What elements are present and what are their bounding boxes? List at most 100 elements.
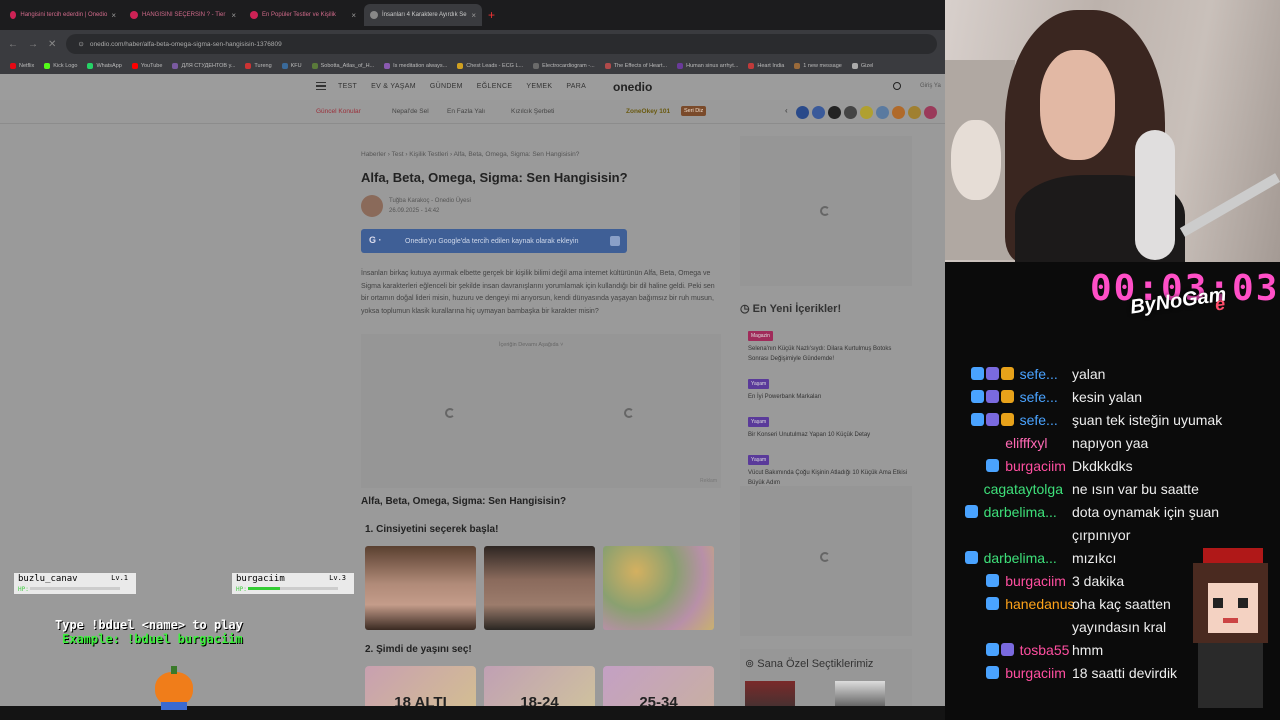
login-link[interactable]: Giriş Ya	[920, 83, 941, 89]
zoneokey-ad[interactable]: ZoneOkey 101	[626, 108, 670, 115]
player-level: Lv.1	[111, 574, 128, 582]
tab-1[interactable]: HANGISINI SEÇERSIN ? - Tier ×	[124, 4, 242, 26]
list-item-text[interactable]: Vücut Bakımında Çoğu Kişinin Atladığı 10…	[748, 468, 913, 488]
story-avatar-icon[interactable]	[828, 106, 841, 119]
story-avatar-icon[interactable]	[844, 106, 857, 119]
nav-eglence[interactable]: EĞLENCE	[477, 83, 513, 90]
article-intro: İnsanları birkaç kutuya ayırmak elbette …	[361, 270, 715, 315]
ad-continue-label: İçeriğin Devamı Aşağıda ˅	[499, 342, 564, 348]
bookmark-item[interactable]: Electrocardiogram -...	[533, 63, 595, 69]
chat-username[interactable]: burgaciim	[1005, 665, 1066, 681]
list-item[interactable]: Yaşam Bir Konseri Unutulmaz Yapan 10 Küçü…	[748, 410, 913, 440]
chat-message: sefe... kesin yalan	[960, 386, 1280, 409]
bookmark-item[interactable]: 1 new message	[794, 63, 842, 69]
list-item[interactable]: Yaşam En İyi Powerbank Markaları	[748, 372, 913, 402]
avatar[interactable]	[361, 195, 383, 217]
url-bar[interactable]: ⊙ onedio.com/haber/alfa-beta-omega-sigma-…	[66, 34, 937, 54]
nav-yemek[interactable]: YEMEK	[526, 83, 552, 90]
bookmark-item[interactable]: The Effects of Heart...	[604, 63, 667, 69]
bookmark-item[interactable]: Human sinus arrhyt...	[677, 63, 738, 69]
category-badge[interactable]: Magazin	[748, 331, 773, 341]
bookmark-item[interactable]: Is meditation always...	[384, 63, 447, 69]
new-tab-icon[interactable]: +	[488, 8, 495, 22]
bookmark-item[interactable]: ДЛЯ СТУДЕНТОВ у...	[172, 63, 235, 69]
category-badge[interactable]: Yaşam	[748, 417, 770, 427]
chat-username[interactable]: elifffxyl	[1005, 435, 1047, 451]
close-icon[interactable]: ×	[111, 11, 116, 20]
list-item[interactable]: Magazin Selena'nın Küçük Nazlı'sıydı: Dil…	[748, 324, 913, 364]
option-other[interactable]	[603, 546, 714, 630]
topic-link[interactable]: Kızılcık Şerbeti	[511, 108, 554, 115]
tab-0[interactable]: Hangisini tercih ederdin | Onedio ×	[4, 4, 122, 26]
chat-username[interactable]: darbelima...	[984, 504, 1057, 520]
prev-arrow-icon[interactable]: ‹	[785, 106, 793, 119]
option-female[interactable]	[365, 546, 476, 630]
tab-2[interactable]: En Popüler Testler ve Kişilik ×	[244, 4, 362, 26]
chat-username[interactable]: darbelima...	[984, 550, 1057, 566]
hamburger-menu-icon[interactable]	[316, 82, 326, 90]
search-icon[interactable]	[893, 82, 901, 90]
bookmark-item[interactable]: Gizel	[851, 63, 873, 69]
site-info-icon[interactable]: ⊙	[78, 40, 83, 48]
story-avatar-icon[interactable]	[908, 106, 921, 119]
publish-date: 26.09.2025 - 14:42	[389, 208, 440, 214]
chat-username[interactable]: cagataytolga	[984, 481, 1063, 497]
list-item-text[interactable]: En İyi Powerbank Markaları	[748, 392, 913, 402]
close-icon[interactable]: ×	[351, 11, 356, 20]
badge-icon	[986, 574, 1000, 587]
chat-username[interactable]: sefe...	[1020, 366, 1058, 382]
story-avatar-icon[interactable]	[860, 106, 873, 119]
stop-icon[interactable]: ✕	[48, 39, 56, 50]
bookmark-label: Heart India	[757, 63, 785, 69]
story-avatar-icon[interactable]	[892, 106, 905, 119]
chat-message: cagataytolga ne ısın var bu saatte	[960, 478, 1280, 501]
tab-favicon-icon	[130, 11, 138, 19]
topic-link[interactable]: Nepal'de Sel	[392, 108, 429, 115]
bookmark-favicon-icon	[794, 63, 801, 69]
bookmark-item[interactable]: Heart India	[748, 63, 784, 69]
chat-username[interactable]: hanedanus	[1005, 596, 1074, 612]
nav-ev-yasam[interactable]: EV & YAŞAM	[371, 83, 416, 90]
bookmark-item[interactable]: Tureng	[245, 63, 272, 69]
bookmark-item[interactable]: Chest Leads - ECG L...	[457, 63, 523, 69]
story-avatar-icon[interactable]	[924, 106, 937, 119]
chat-username[interactable]: tosba55	[1020, 642, 1070, 658]
chat-username[interactable]: burgaciim	[1005, 573, 1066, 589]
tab-3[interactable]: İnsanları 4 Karaktere Ayırdık Se ×	[364, 4, 482, 26]
category-badge[interactable]: Yaşam	[748, 379, 770, 389]
bookmark-item[interactable]: Sobotta_Atlas_of_H...	[311, 63, 374, 69]
story-avatar-icon[interactable]	[876, 106, 889, 119]
site-logo[interactable]: onedio	[613, 80, 652, 94]
story-avatar-icon[interactable]	[796, 106, 809, 119]
option-male[interactable]	[484, 546, 595, 630]
new-content-heading: ◷ En Yeni İçerikler!	[740, 302, 841, 315]
nav-para[interactable]: PARA	[566, 83, 586, 90]
list-item-text[interactable]: Selena'nın Küçük Nazlı'sıydı: Dilara Kur…	[748, 344, 913, 364]
breadcrumb[interactable]: Haberler › Test › Kişilik Testleri › Alf…	[361, 151, 579, 158]
bookmark-item[interactable]: KFU	[281, 63, 302, 69]
author-name[interactable]: Tuğba Karakoç - Onedio Üyesi	[389, 196, 471, 206]
nav-gundem[interactable]: GÜNDEM	[430, 83, 463, 90]
bookmark-item[interactable]: WhatsApp	[87, 63, 122, 69]
bookmark-item[interactable]: Netflix	[10, 63, 34, 69]
forward-icon[interactable]: →	[28, 39, 38, 50]
chat-username[interactable]: sefe...	[1020, 389, 1058, 405]
close-icon[interactable]: ×	[231, 11, 236, 20]
topic-link[interactable]: En Fazla Yalı	[447, 108, 485, 115]
bookmark-item[interactable]: Kick Logo	[44, 63, 77, 69]
teddy-bear	[951, 120, 1001, 200]
back-icon[interactable]: ←	[8, 39, 18, 50]
close-icon[interactable]: ×	[471, 11, 476, 20]
chat-username[interactable]: burgaciim	[1005, 458, 1066, 474]
quiz-title: Alfa, Beta, Omega, Sigma: Sen Hangisisin…	[361, 496, 567, 507]
seri-diz-button[interactable]: Seri Diz	[681, 106, 707, 116]
chat-text: dota oynamak için şuan	[1072, 504, 1220, 520]
google-preferred-button[interactable]: G · Onedio'yu Google'da tercih edilen ka…	[361, 229, 627, 253]
bookmark-item[interactable]: YouTube	[131, 63, 162, 69]
nav-test[interactable]: TEST	[338, 83, 357, 90]
list-item-text[interactable]: Bir Konseri Unutulmaz Yapan 10 Küçük Det…	[748, 430, 913, 440]
chat-username[interactable]: sefe...	[1020, 412, 1058, 428]
category-badge[interactable]: Yaşam	[748, 455, 770, 465]
story-avatar-icon[interactable]	[812, 106, 825, 119]
list-item[interactable]: Yaşam Vücut Bakımında Çoğu Kişinin Atladı…	[748, 448, 913, 488]
